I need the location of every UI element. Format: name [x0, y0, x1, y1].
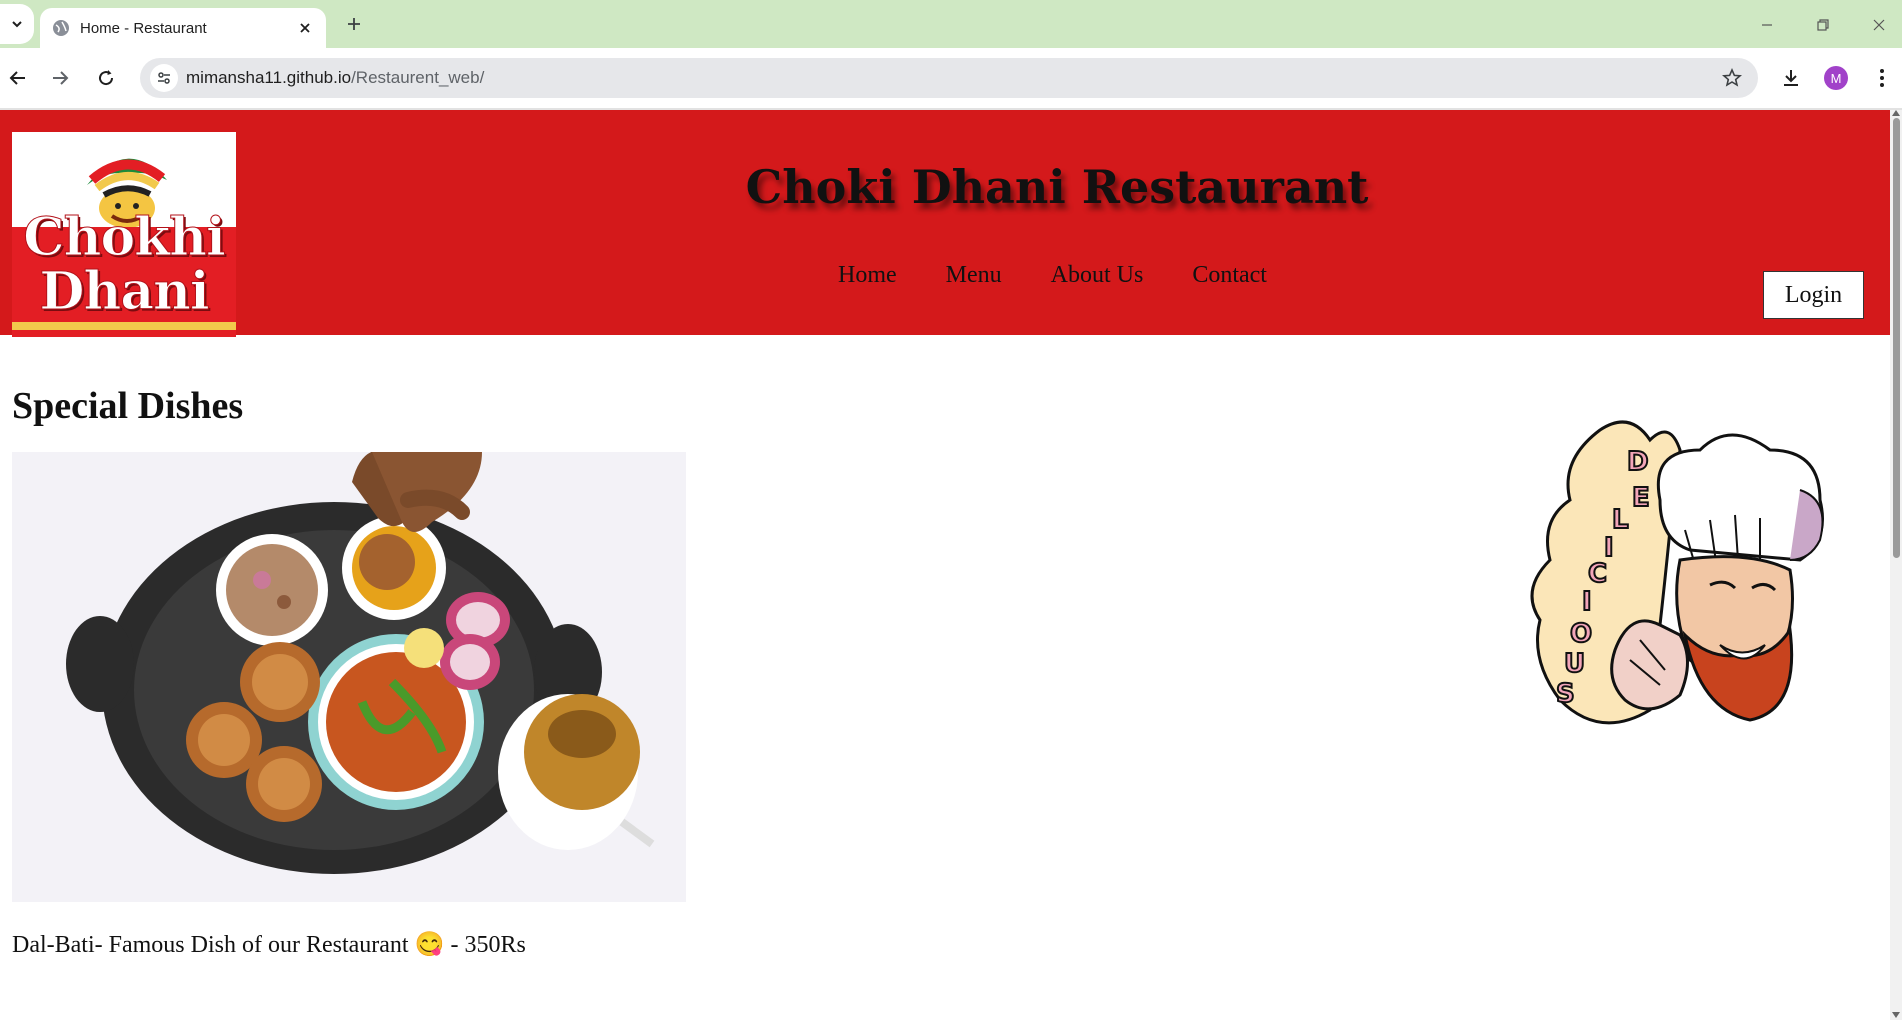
- reload-icon: [99, 70, 114, 86]
- main-nav: Home Menu About Us Contact: [838, 262, 1316, 289]
- browser-toolbar: mimansha11.github.io/Restaurent_web/ M: [0, 48, 1902, 110]
- arrow-right-icon: [53, 71, 69, 85]
- minimize-button[interactable]: [1752, 10, 1782, 40]
- address-bar[interactable]: mimansha11.github.io/Restaurent_web/: [140, 58, 1758, 98]
- sticker-letter-s: S: [1556, 679, 1575, 709]
- reload-button[interactable]: [90, 62, 122, 94]
- logo-stripe: [12, 322, 236, 330]
- page-viewport: Chokhi Dhani Choki Dhani Restaurant Home…: [0, 110, 1890, 1020]
- kebab-menu-icon: [1880, 69, 1884, 87]
- forward-button[interactable]: [44, 62, 76, 94]
- browser-tab-active[interactable]: Home - Restaurant: [40, 8, 326, 48]
- nav-about-link[interactable]: About Us: [1051, 262, 1144, 289]
- sticker-letter-l: L: [1612, 505, 1629, 535]
- window-close-button[interactable]: [1864, 10, 1894, 40]
- login-button[interactable]: Login: [1763, 271, 1864, 319]
- dish-caption: Dal-Bati- Famous Dish of our Restaurant …: [12, 932, 526, 958]
- avatar: M: [1824, 66, 1848, 90]
- sticker-letter-e: E: [1632, 483, 1650, 513]
- logo-word-2: Dhani: [39, 261, 210, 322]
- download-button[interactable]: [1775, 62, 1807, 94]
- nav-contact-link[interactable]: Contact: [1192, 262, 1267, 289]
- bookmark-star-icon[interactable]: [1720, 66, 1744, 90]
- logo-word-1: Chokhi: [23, 207, 226, 268]
- close-icon: [1873, 19, 1885, 31]
- arrow-left-icon: [9, 71, 25, 85]
- scrollbar-thumb[interactable]: [1893, 118, 1900, 558]
- url-host: mimansha11.github.io: [186, 68, 352, 87]
- plus-icon: [348, 18, 360, 30]
- site-header: Chokhi Dhani Choki Dhani Restaurant Home…: [0, 110, 1890, 337]
- restore-button[interactable]: [1808, 10, 1838, 40]
- profile-button[interactable]: M: [1820, 62, 1852, 94]
- download-icon: [1784, 70, 1798, 86]
- section-title: Special Dishes: [12, 385, 244, 427]
- sticker-letter-c: C: [1588, 559, 1607, 589]
- nav-menu-link[interactable]: Menu: [946, 262, 1002, 289]
- site-info-icon[interactable]: [150, 64, 178, 92]
- url-path: /Restaurent_web/: [351, 68, 485, 87]
- back-button[interactable]: [2, 62, 34, 94]
- new-tab-button[interactable]: [340, 10, 368, 38]
- tab-close-icon[interactable]: [292, 15, 318, 41]
- tab-title: Home - Restaurant: [80, 19, 207, 37]
- chef-delicious-sticker: D E L I C I O U S: [1530, 420, 1824, 725]
- globe-icon: [52, 19, 70, 37]
- scroll-down-arrow-icon[interactable]: [1892, 1012, 1900, 1018]
- page-title: Choki Dhani Restaurant: [745, 160, 1369, 214]
- minimize-icon: [1762, 24, 1772, 26]
- nav-home-link[interactable]: Home: [838, 262, 897, 289]
- page-scrollbar[interactable]: [1890, 110, 1902, 1020]
- browser-menu-button[interactable]: [1866, 62, 1898, 94]
- chevron-down-icon: [12, 21, 22, 28]
- restore-icon: [1817, 19, 1829, 31]
- tab-search-button[interactable]: [0, 4, 34, 44]
- browser-tab-strip: Home - Restaurant: [0, 0, 1902, 48]
- sticker-letter-o: O: [1570, 619, 1592, 649]
- url-text: mimansha11.github.io/Restaurent_web/: [186, 68, 484, 88]
- sticker-letter-i2: I: [1582, 587, 1592, 617]
- sticker-letter-u: U: [1564, 649, 1585, 679]
- dal-bati-photo: [12, 452, 686, 902]
- sticker-letter-d: D: [1627, 447, 1649, 477]
- scroll-up-arrow-icon[interactable]: [1892, 110, 1900, 116]
